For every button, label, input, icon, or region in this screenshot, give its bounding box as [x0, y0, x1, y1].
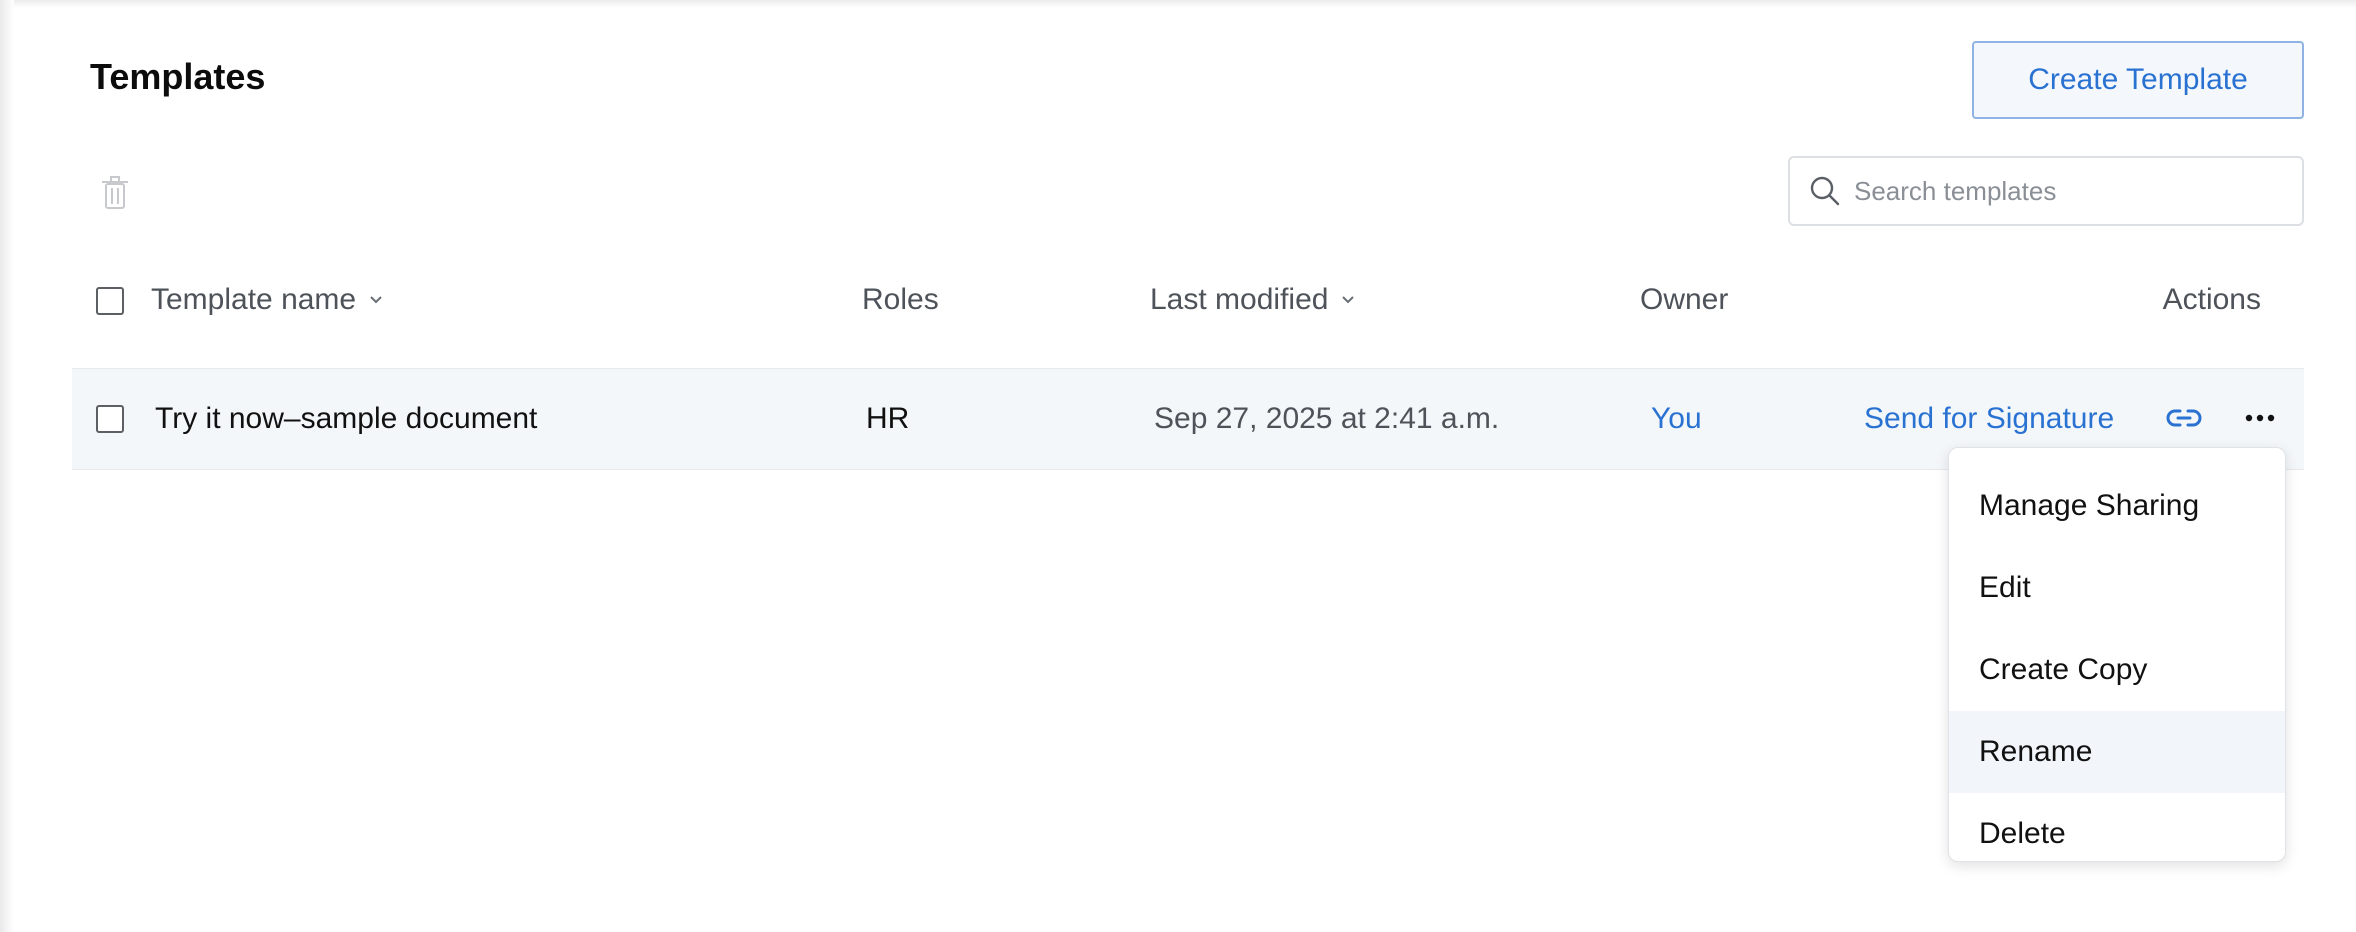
menu-item-edit[interactable]: Edit — [1949, 547, 2285, 629]
column-header-actions-label: Actions — [2162, 283, 2261, 316]
search-box[interactable] — [1788, 156, 2304, 226]
row-checkbox[interactable] — [96, 405, 124, 433]
column-header-roles: Roles — [862, 283, 939, 317]
select-all-checkbox[interactable] — [96, 287, 124, 315]
column-header-name-label: Template name — [151, 283, 357, 316]
menu-item-create-copy[interactable]: Create Copy — [1949, 629, 2285, 711]
row-last-modified: Sep 27, 2025 at 2:41 a.m. — [1154, 402, 1500, 435]
column-header-modified-label: Last modified — [1150, 283, 1329, 316]
menu-item-manage-sharing[interactable]: Manage Sharing — [1949, 465, 2285, 547]
menu-item-rename[interactable]: Rename — [1949, 711, 2285, 793]
column-header-name[interactable]: Template name — [151, 283, 384, 317]
menu-item-delete[interactable]: Delete — [1949, 793, 2285, 875]
left-shadow — [0, 0, 14, 932]
chevron-down-icon — [370, 296, 382, 304]
link-icon[interactable] — [2166, 405, 2202, 431]
column-header-actions: Actions — [2163, 283, 2261, 317]
chevron-down-icon — [1342, 296, 1355, 304]
column-header-owner: Owner — [1640, 283, 1728, 317]
page-title: Templates — [90, 56, 266, 97]
row-roles: HR — [866, 402, 910, 435]
column-header-owner-label: Owner — [1640, 283, 1729, 316]
search-input[interactable] — [1854, 175, 2274, 207]
row-actions-menu: Manage Sharing Edit Create Copy Rename D… — [1948, 447, 2286, 862]
create-template-button[interactable]: Create Template — [1972, 41, 2304, 119]
search-icon — [1810, 176, 1840, 206]
trash-icon[interactable] — [100, 174, 130, 210]
row-owner[interactable]: You — [1651, 402, 1702, 436]
column-header-roles-label: Roles — [862, 283, 939, 316]
send-for-signature-link[interactable]: Send for Signature — [1864, 402, 2114, 436]
more-icon[interactable] — [2244, 408, 2276, 428]
row-template-name[interactable]: Try it now–sample document — [155, 402, 537, 436]
column-header-modified[interactable]: Last modified — [1150, 283, 1356, 317]
top-shadow — [0, 0, 2356, 8]
